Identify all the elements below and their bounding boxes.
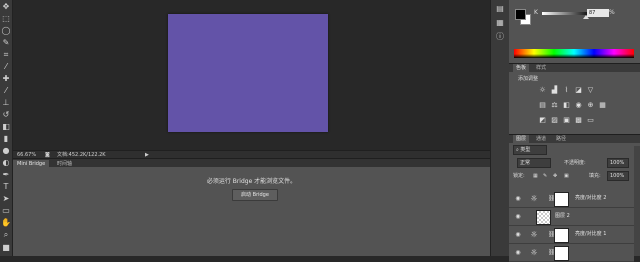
threshold-adjust-icon[interactable]: ▣	[562, 116, 571, 125]
eye-icon[interactable]: ◉	[514, 195, 522, 202]
history-panel-icon[interactable]: ▤	[495, 4, 505, 14]
zoom-tool-icon[interactable]: ⌕	[1, 230, 11, 240]
fill-label: 填充:	[589, 173, 601, 179]
lock-all-icon[interactable]: ▣	[564, 172, 569, 180]
collapsed-panels-strip: ▤ ▦ ⓘ	[490, 0, 510, 256]
hue-saturation-adjust-icon[interactable]: ▤	[538, 101, 547, 110]
layer-filter-label: 类型	[520, 147, 531, 153]
percent-label: %	[609, 9, 615, 16]
gradient-tool-icon[interactable]: ▮	[1, 134, 11, 144]
color-panel: K 87 %	[509, 0, 640, 62]
layer-mask-thumbnail[interactable]	[554, 228, 569, 243]
healing-tool-icon[interactable]: ✚	[1, 74, 11, 84]
blend-mode-select[interactable]: 正常	[517, 158, 551, 168]
layers-panel-tabs: 图层 通道 路径	[509, 134, 640, 143]
layer-row[interactable]: ◉ 图层 2	[509, 208, 634, 226]
layers-scrollbar[interactable]	[634, 146, 640, 256]
adjustments-title: 添加调整	[518, 76, 539, 82]
path-select-tool-icon[interactable]: ➤	[1, 194, 11, 204]
layer-row[interactable]: ◉ ☼ ⛓ 亮度/对比度 2	[509, 190, 634, 208]
crop-tool-icon[interactable]: ⌗	[1, 50, 11, 60]
search-icon: ⌕	[516, 147, 519, 153]
brightness-adjust-icon: ☼	[530, 194, 538, 203]
bridge-message: 必须运行 Bridge 才能浏览文件。	[206, 178, 297, 185]
tools-panel: ✥ ⬚ ◯ ✎ ⌗ ⁄ ✚ ⁄ ⊥ ↺ ◧ ▮ ● ◐ ✒ T ➤ ▭ ✋ ⌕ …	[0, 0, 13, 256]
lock-position-icon[interactable]: ✥	[553, 172, 557, 180]
layer-mask-thumbnail[interactable]	[554, 192, 569, 207]
layer-name[interactable]: 亮度/对比度 2	[575, 190, 606, 207]
eye-icon[interactable]: ◉	[514, 213, 522, 220]
tab-paths[interactable]: 路径	[553, 135, 569, 143]
opacity-label: 不透明度:	[564, 160, 586, 166]
eye-icon[interactable]: ◉	[514, 231, 522, 238]
layer-row[interactable]: ◉ ☼ ⛓	[509, 244, 634, 262]
opacity-field[interactable]: 100%	[607, 158, 629, 168]
right-panels: K 87 % 色板 样式 添加调整 ☼ ▟ ⌇ ◪ ▽ ▤ ⚖ ◧ ◉ ⊕ ▦ …	[509, 0, 640, 262]
lock-transparency-icon[interactable]: ▦	[533, 172, 538, 180]
lock-label: 锁定:	[513, 173, 525, 179]
marquee-tool-icon[interactable]: ⬚	[1, 14, 11, 24]
adjust-panel-tabs: 色板 样式	[509, 63, 640, 72]
vibrance-adjust-icon[interactable]: ▽	[586, 86, 595, 95]
eraser-tool-icon[interactable]: ◧	[1, 122, 11, 132]
foreground-color-icon[interactable]: ■	[1, 243, 11, 253]
move-tool-icon[interactable]: ✥	[1, 2, 11, 12]
eyedropper-tool-icon[interactable]: ⁄	[1, 62, 11, 72]
channel-label: K	[534, 9, 538, 16]
photo-filter-adjust-icon[interactable]: ◉	[574, 101, 583, 110]
tab-layers[interactable]: 图层	[513, 135, 530, 143]
type-tool-icon[interactable]: T	[1, 182, 11, 192]
shape-tool-icon[interactable]: ▭	[1, 206, 11, 216]
tab-channels[interactable]: 通道	[533, 135, 549, 143]
lasso-tool-icon[interactable]: ◯	[1, 26, 11, 36]
color-balance-adjust-icon[interactable]: ⚖	[550, 101, 559, 110]
brightness-adjust-icon: ☼	[530, 248, 538, 257]
eye-icon[interactable]: ◉	[514, 249, 522, 256]
lock-pixels-icon[interactable]: ✎	[543, 172, 547, 180]
layer-filter-select[interactable]: ⌕ 类型	[513, 145, 547, 155]
stamp-tool-icon[interactable]: ⊥	[1, 98, 11, 108]
color-lookup-adjust-icon[interactable]: ▦	[598, 101, 607, 110]
brightness-adjust-icon: ☼	[530, 230, 538, 239]
k-value-field[interactable]: 87	[587, 9, 609, 17]
foreground-swatch[interactable]	[515, 9, 526, 20]
info-panel-icon[interactable]: ⓘ	[495, 32, 505, 42]
layer-mask-thumbnail[interactable]	[554, 246, 569, 261]
curves-adjust-icon[interactable]: ⌇	[562, 86, 571, 95]
pen-tool-icon[interactable]: ✒	[1, 170, 11, 180]
posterize-adjust-icon[interactable]: ▨	[550, 116, 559, 125]
launch-bridge-button[interactable]: 启动 Bridge	[232, 189, 278, 201]
channel-mixer-adjust-icon[interactable]: ⊕	[586, 101, 595, 110]
exposure-adjust-icon[interactable]: ◪	[574, 86, 583, 95]
layer-name[interactable]: 亮度/对比度 1	[575, 226, 606, 243]
dodge-tool-icon[interactable]: ◐	[1, 158, 11, 168]
tab-swatches[interactable]: 色板	[513, 64, 530, 72]
blur-tool-icon[interactable]: ●	[1, 146, 11, 156]
properties-panel-icon[interactable]: ▦	[495, 18, 505, 28]
levels-adjust-icon[interactable]: ▟	[550, 86, 559, 95]
layer-row[interactable]: ◉ ☼ ⛓ 亮度/对比度 1	[509, 226, 634, 244]
tab-styles[interactable]: 样式	[533, 64, 549, 72]
gradient-map-adjust-icon[interactable]: ▭	[586, 116, 595, 125]
layer-thumbnail[interactable]	[536, 210, 551, 225]
brush-tool-icon[interactable]: ⁄	[1, 86, 11, 96]
hand-tool-icon[interactable]: ✋	[1, 218, 11, 228]
layer-name[interactable]: 图层 2	[555, 208, 570, 225]
color-spectrum[interactable]	[514, 49, 634, 58]
document-canvas[interactable]	[168, 14, 328, 132]
black-white-adjust-icon[interactable]: ◧	[562, 101, 571, 110]
quick-select-tool-icon[interactable]: ✎	[1, 38, 11, 48]
invert-adjust-icon[interactable]: ◩	[538, 116, 547, 125]
mini-bridge-panel: 必须运行 Bridge 才能浏览文件。 启动 Bridge	[13, 167, 490, 256]
fill-field[interactable]: 100%	[607, 171, 629, 181]
brightness-adjust-icon[interactable]: ☼	[538, 86, 547, 95]
history-brush-tool-icon[interactable]: ↺	[1, 110, 11, 120]
selective-color-adjust-icon[interactable]: ▩	[574, 116, 583, 125]
